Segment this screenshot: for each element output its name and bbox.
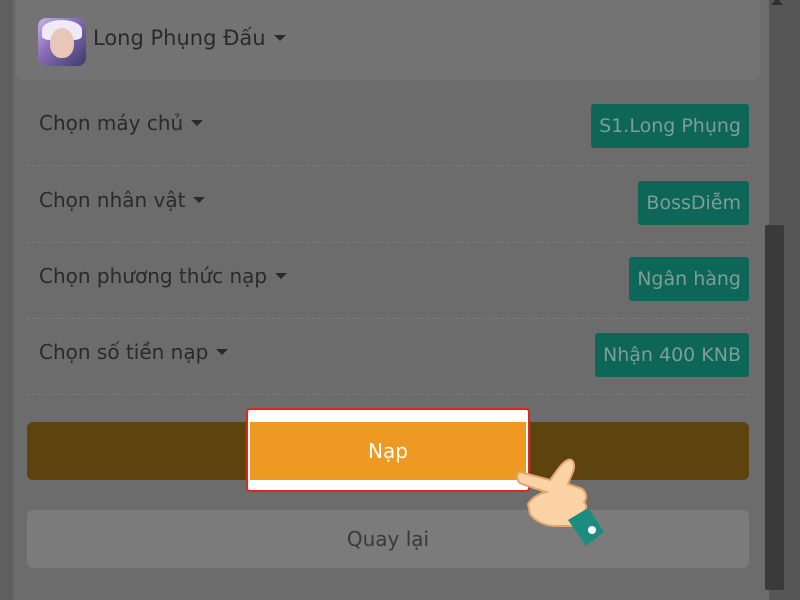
amount-row[interactable]: Chọn số tiền nạp Nhận 400 KNB <box>27 318 749 395</box>
caret-down-icon <box>275 273 288 279</box>
amount-dropdown[interactable]: Chọn số tiền nạp <box>39 340 229 364</box>
payment-method-value-badge[interactable]: Ngân hàng <box>629 257 749 301</box>
pointing-hand-icon <box>516 458 604 546</box>
server-label: Chọn máy chủ <box>39 111 184 135</box>
scroll-up-icon[interactable] <box>771 0 783 5</box>
caret-down-icon <box>191 120 204 126</box>
caret-down-icon <box>216 349 229 355</box>
payment-method-label: Chọn phương thức nạp <box>39 264 268 288</box>
character-row[interactable]: Chọn nhân vật BossDiễm <box>27 166 749 243</box>
payment-method-dropdown[interactable]: Chọn phương thức nạp <box>39 264 288 288</box>
back-button[interactable]: Quay lại <box>27 510 749 568</box>
server-value-badge[interactable]: S1.Long Phụng <box>591 104 749 148</box>
server-dropdown[interactable]: Chọn máy chủ <box>39 111 204 135</box>
character-dropdown[interactable]: Chọn nhân vật <box>39 188 206 212</box>
submit-button[interactable]: Nạp <box>250 422 526 480</box>
character-avatar-icon <box>38 18 86 66</box>
game-dropdown[interactable]: Long Phụng Đấu <box>93 26 286 50</box>
caret-down-icon <box>193 197 206 203</box>
character-value-badge[interactable]: BossDiễm <box>638 181 749 225</box>
character-label: Chọn nhân vật <box>39 188 186 212</box>
amount-label: Chọn số tiền nạp <box>39 340 209 364</box>
server-row[interactable]: Chọn máy chủ S1.Long Phụng <box>27 89 749 166</box>
scrollbar-thumb[interactable] <box>765 225 784 590</box>
payment-method-row[interactable]: Chọn phương thức nạp Ngân hàng <box>27 242 749 319</box>
caret-down-icon <box>273 35 286 41</box>
amount-value-badge[interactable]: Nhận 400 KNB <box>595 333 749 377</box>
game-name: Long Phụng Đấu <box>93 26 266 50</box>
